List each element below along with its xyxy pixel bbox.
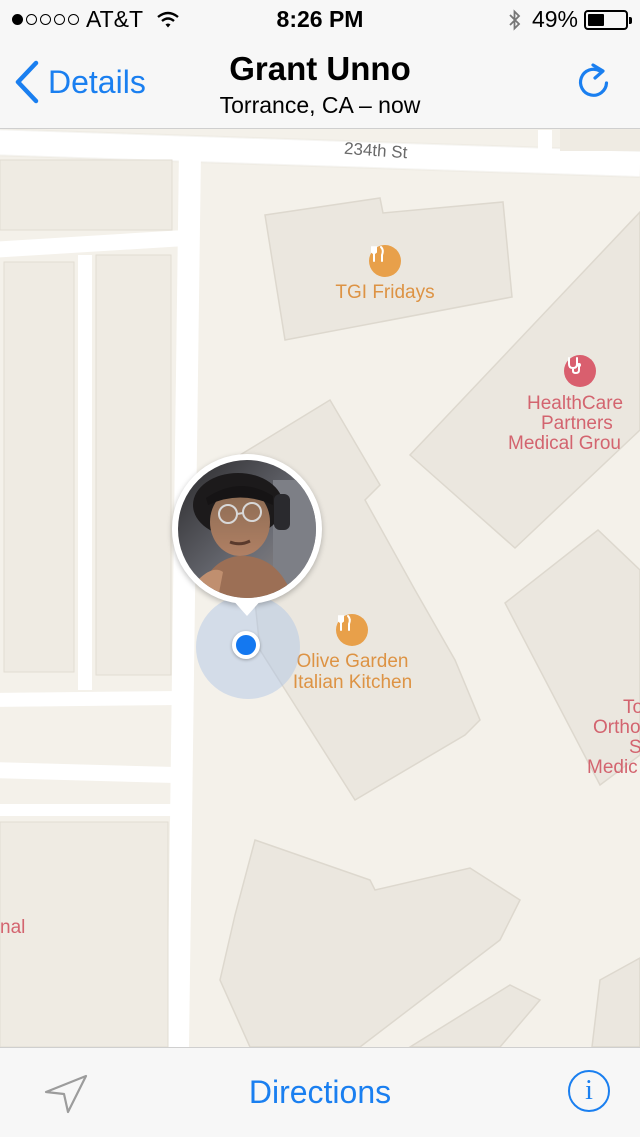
user-avatar: [178, 460, 316, 598]
location-subtitle: Torrance, CA – now: [219, 92, 421, 118]
poi-line: S: [629, 737, 640, 758]
battery-icon: [584, 9, 632, 30]
bluetooth-icon: [508, 8, 522, 31]
poi-line: Ortho: [593, 717, 640, 738]
bottom-toolbar: Directions i: [0, 1047, 640, 1137]
user-photo-callout[interactable]: [172, 454, 322, 616]
refresh-button[interactable]: [576, 62, 612, 107]
page-title: Grant Unno: [229, 50, 411, 87]
navigation-bar: Details Grant Unno Torrance, CA – now: [0, 40, 640, 129]
restaurant-icon[interactable]: [369, 245, 401, 277]
poi-label-clipped-left: nal: [0, 917, 26, 938]
poi-line: Partners: [541, 413, 613, 434]
battery-fill: [588, 13, 604, 26]
info-button[interactable]: i: [568, 1070, 610, 1112]
poi-label-clipped-right: To Ortho S Medic: [585, 698, 640, 778]
status-bar: AT&T 8:26 PM 49%: [0, 0, 640, 40]
refresh-icon: [578, 63, 609, 97]
poi-line: Medic: [587, 757, 638, 778]
poi-line: Italian Kitchen: [292, 672, 413, 693]
map-view[interactable]: 234th St TGI Fridays HealthCare Partners…: [0, 129, 640, 1047]
status-right: 49%: [508, 6, 632, 33]
restaurant-icon[interactable]: [336, 614, 368, 646]
poi-line: To: [623, 697, 640, 718]
poi-line: Medical Grou: [508, 433, 621, 454]
poi-label-healthcare[interactable]: HealthCare Partners Medical Grou: [508, 394, 640, 454]
avatar: [178, 460, 316, 598]
map-base: [0, 129, 640, 1047]
poi-label-tgi-fridays[interactable]: TGI Fridays: [300, 282, 470, 303]
directions-button[interactable]: Directions: [0, 1074, 640, 1111]
medical-icon[interactable]: [564, 355, 596, 387]
info-icon: i: [585, 1075, 593, 1106]
user-location-dot[interactable]: [232, 631, 260, 659]
battery-percent: 49%: [531, 6, 578, 32]
poi-line: HealthCare: [527, 393, 624, 414]
